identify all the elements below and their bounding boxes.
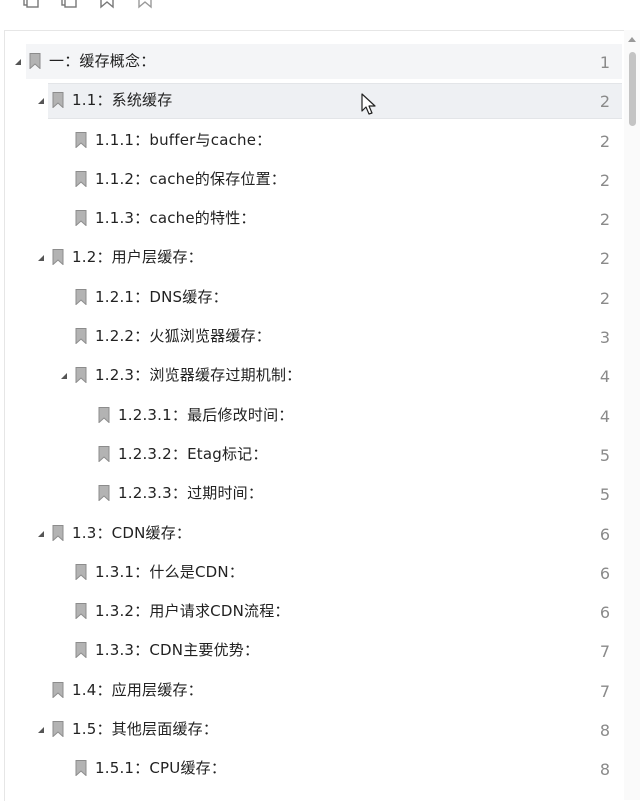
outline-item[interactable]: 1.2.3.1：最后修改时间： 4 (0, 396, 622, 435)
outline-item[interactable]: 1.3.3：CDN主要优势： 7 (0, 631, 622, 670)
outline-item[interactable]: 1.2.3.2：Etag标记： 5 (0, 435, 622, 474)
bookmark-icon (75, 328, 87, 345)
page-number: 8 (599, 721, 610, 741)
outline-item-label: 1.2.3：浏览器缓存过期机制： (95, 366, 302, 385)
bookmark-icon (98, 445, 110, 463)
outline-item-label: 1.5.1：CPU缓存： (95, 759, 227, 778)
page-number: 6 (599, 563, 610, 583)
scroll-up-icon[interactable] (628, 36, 636, 42)
mouse-pointer-icon (361, 93, 376, 115)
outline-item[interactable]: 1.3.1：什么是CDN： 6 (0, 553, 622, 592)
bookmark-icon (75, 210, 87, 227)
page-number: 6 (599, 603, 610, 623)
outline-item[interactable]: 1.5：其他层面缓存： 8 (0, 710, 622, 749)
outline-item[interactable]: 1.3：CDN缓存： 6 (0, 514, 622, 553)
outline-item-label: 一：缓存概念： (49, 52, 156, 70)
outline-item[interactable]: 1.2.2：火狐浏览器缓存： 3 (0, 317, 622, 356)
page-number: 2 (599, 170, 610, 190)
add-bookmark-icon[interactable] (96, 0, 118, 10)
expand-toggle-icon[interactable] (59, 371, 69, 381)
bookmark-icon (98, 485, 110, 502)
outline-item-label: 1.1：系统缓存 (72, 91, 173, 110)
page-number: 7 (599, 642, 610, 662)
vertical-scrollbar[interactable] (624, 30, 640, 800)
bookmark-icon (75, 563, 87, 581)
scrollbar-thumb[interactable] (629, 52, 636, 126)
expand-toggle-icon[interactable] (36, 725, 46, 735)
outline-item[interactable]: 1.1.3：cache的特性： 2 (0, 199, 622, 238)
outline-item-label: 1.1.2：cache的保存位置： (95, 169, 286, 188)
outline-item[interactable]: 1.5.1：CPU缓存： 8 (0, 749, 622, 788)
bookmark-tree: 一：缓存概念： 1 1.1：系统缓存 2 1.1.1：buffer与cache： 2 1.1… (0, 42, 622, 789)
collapse-all-icon[interactable] (58, 0, 80, 10)
outline-item[interactable]: 1.1.2：cache的保存位置： 2 (0, 160, 622, 199)
page-number: 3 (599, 328, 610, 348)
expand-toggle-icon[interactable] (36, 529, 46, 539)
outline-item[interactable]: 1.2.3.3：过期时间： 5 (0, 474, 622, 513)
outline-item-label: 1.2.3.2：Etag标记： (118, 444, 268, 463)
bookmark-icon (75, 642, 87, 660)
bookmark-icon (52, 524, 64, 542)
bookmark-icon (75, 170, 87, 188)
expand-toggle-icon[interactable] (13, 57, 23, 67)
page-number: 2 (599, 210, 610, 230)
outline-item[interactable]: 1.2：用户层缓存： 2 (0, 238, 622, 277)
outline-item[interactable]: 1.3.2：用户请求CDN流程： 6 (0, 592, 622, 631)
expand-all-icon[interactable] (20, 0, 42, 10)
bookmark-icon (52, 721, 64, 738)
outline-item-label: 1.3.3：CDN主要优势： (95, 641, 260, 660)
outline-item-label: 1.5：其他层面缓存： (72, 720, 219, 739)
outline-item-label: 1.1.3：cache的特性： (95, 209, 256, 228)
page-number: 1 (599, 53, 610, 72)
bookmark-icon (29, 53, 41, 70)
bookmark-icon (52, 249, 64, 267)
page-number: 4 (599, 367, 610, 387)
bookmark-icon (75, 760, 87, 777)
bookmark-icon (52, 92, 64, 109)
outline-item-label: 1.1.1：buffer与cache： (95, 130, 272, 149)
outline-item-label: 1.3.1：什么是CDN： (95, 562, 245, 581)
outline-toolbar (0, 0, 640, 12)
page-number: 8 (599, 760, 610, 780)
page-number: 4 (599, 406, 610, 426)
page-number: 2 (599, 131, 610, 151)
outline-item-label: 1.2.3.3：过期时间： (118, 484, 264, 503)
bookmark-icon (52, 681, 64, 699)
page-number: 2 (599, 249, 610, 269)
page-number: 6 (599, 524, 610, 544)
bookmark-icon (98, 406, 110, 424)
outline-item[interactable]: 1.1：系统缓存 2 (0, 81, 622, 120)
page-number: 2 (599, 288, 610, 308)
page-number: 5 (599, 485, 610, 505)
outline-item-label: 1.2：用户层缓存： (72, 248, 203, 267)
outline-item-label: 1.2.3.1：最后修改时间： (118, 405, 294, 424)
outline-item[interactable]: 1.2.3：浏览器缓存过期机制： 4 (0, 356, 622, 395)
outline-item[interactable]: 1.4：应用层缓存： 7 (0, 671, 622, 710)
bookmark-icon (75, 367, 87, 384)
expand-toggle-icon[interactable] (36, 253, 46, 263)
page-number: 2 (599, 92, 610, 112)
bookmark-icon (75, 288, 87, 306)
expand-toggle-icon[interactable] (36, 96, 46, 106)
bookmark-icon (75, 131, 87, 149)
outline-item-label: 1.3.2：用户请求CDN流程： (95, 602, 290, 621)
bookmark-icon (75, 603, 87, 620)
outline-item[interactable]: 一：缓存概念： 1 (0, 42, 622, 81)
outline-item[interactable]: 1.1.1：buffer与cache： 2 (0, 121, 622, 160)
remove-bookmark-icon[interactable] (134, 0, 156, 10)
outline-item-label: 1.4：应用层缓存： (72, 680, 203, 699)
outline-item-label: 1.2.1：DNS缓存： (95, 287, 228, 306)
outline-item[interactable]: 1.2.1：DNS缓存： 2 (0, 278, 622, 317)
outline-item-label: 1.3：CDN缓存： (72, 523, 192, 542)
outline-item-label: 1.2.2：火狐浏览器缓存： (95, 327, 271, 346)
page-number: 5 (599, 445, 610, 465)
page-number: 7 (599, 681, 610, 701)
